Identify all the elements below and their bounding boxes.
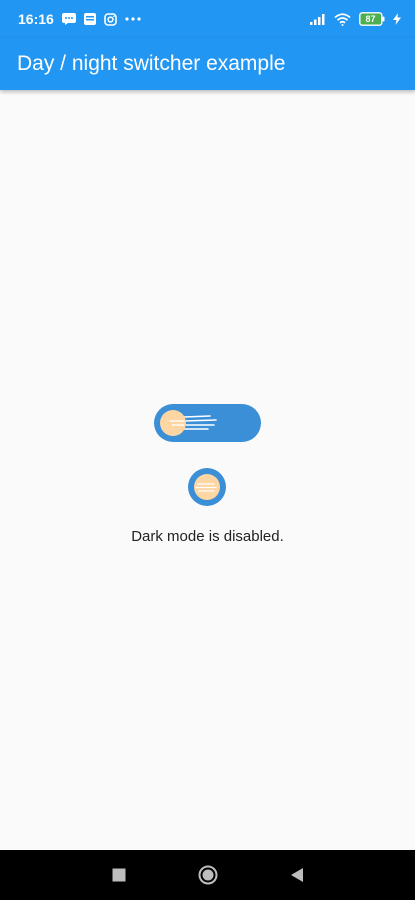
day-night-button[interactable] (188, 468, 226, 506)
status-right: 87 (310, 12, 401, 26)
recent-apps-icon[interactable] (112, 868, 126, 882)
page-title: Day / night switcher example (17, 52, 286, 75)
back-icon[interactable] (290, 867, 304, 883)
home-icon[interactable] (198, 865, 218, 885)
sun-streak-icon (169, 420, 185, 426)
day-night-switch[interactable] (154, 404, 261, 442)
wifi-icon (334, 12, 351, 26)
main-content: Dark mode is disabled. (0, 90, 415, 850)
message-icon (61, 13, 76, 25)
status-time: 16:16 (18, 11, 54, 27)
status-bar: 16:16 87 (0, 0, 415, 38)
more-dots-icon (125, 17, 141, 21)
dark-mode-status: Dark mode is disabled. (131, 528, 284, 545)
charging-icon (393, 13, 401, 25)
navigation-bar (0, 850, 415, 900)
wind-lines-small-icon (195, 483, 217, 492)
battery-level: 87 (365, 14, 376, 24)
battery-icon: 87 (359, 12, 385, 26)
instagram-icon (104, 12, 117, 26)
news-icon (83, 13, 96, 25)
app-bar: Day / night switcher example (0, 38, 415, 90)
status-left: 16:16 (18, 11, 141, 27)
signal-icon (310, 13, 326, 25)
